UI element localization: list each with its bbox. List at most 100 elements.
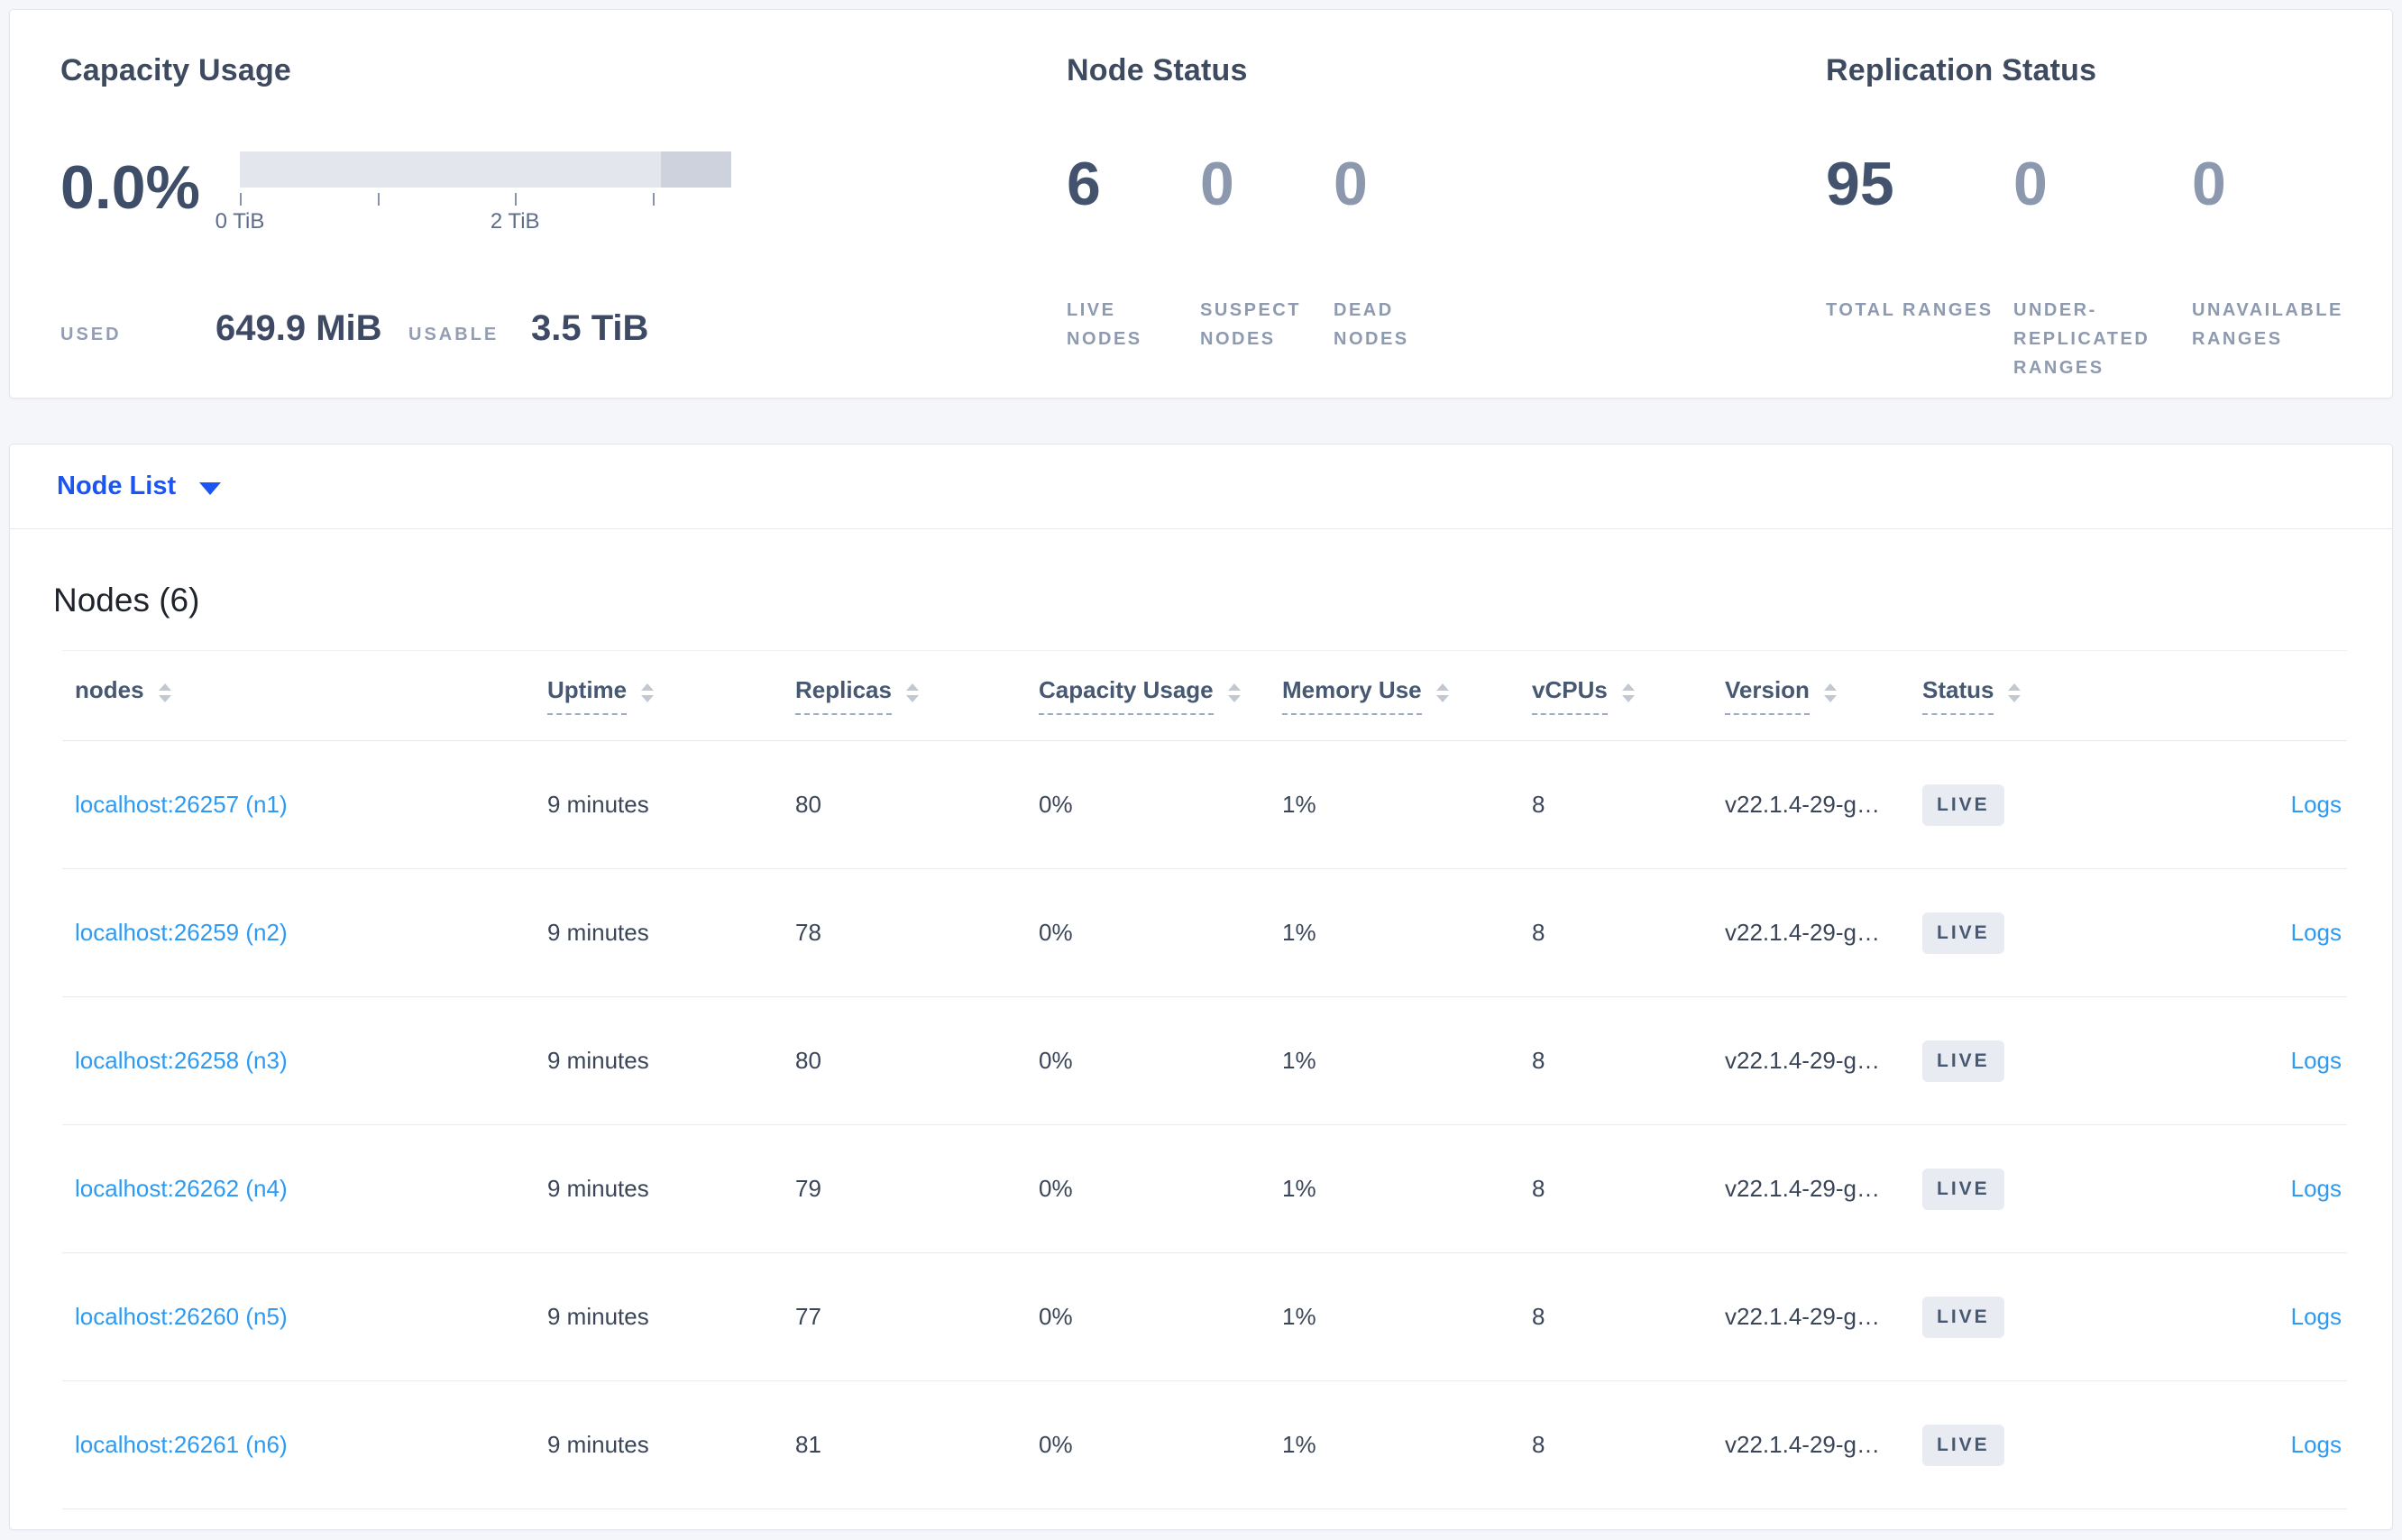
replication-status-section: Replication Status 95 TOTAL RANGES 0 UND… [1826,53,2385,382]
nodes-table-panel: Nodes (6) nodes Uptime Replicas Capacity… [9,529,2393,1530]
uptime-cell: 9 minutes [547,1047,649,1074]
uptime-cell: 9 minutes [547,1303,649,1330]
logs-link[interactable]: Logs [2291,919,2342,946]
table-row-node-2: localhost:26259 (n2) 9 minutes 78 0% 1% … [62,869,2347,997]
node-address-link[interactable]: localhost:26257 (n1) [75,791,288,818]
logs-link[interactable]: Logs [2291,1175,2342,1202]
suspect-nodes-stat: 0 SUSPECT NODES [1200,153,1334,353]
version-cell: v22.1.4-29-g… [1725,1047,1880,1074]
axis-tick-label: 0 TiB [215,209,265,234]
used-label: USED [60,325,122,344]
replicas-cell: 79 [795,1175,821,1202]
node-address-link[interactable]: localhost:26259 (n2) [75,919,288,946]
uptime-cell: 9 minutes [547,1431,649,1458]
sort-arrows-icon[interactable] [2008,683,2022,702]
capacity-usage-cell: 0% [1039,791,1073,818]
table-row-node-4: localhost:26262 (n4) 9 minutes 79 0% 1% … [62,1125,2347,1253]
table-row-node-6: localhost:26261 (n6) 9 minutes 81 0% 1% … [62,1381,2347,1509]
logs-link[interactable]: Logs [2291,1047,2342,1074]
sort-arrows-icon[interactable] [641,683,655,702]
logs-link[interactable]: Logs [2291,791,2342,818]
nodes-table: nodes Uptime Replicas Capacity Usage Mem… [62,650,2347,1509]
sort-arrows-icon[interactable] [1621,683,1635,702]
node-list-dropdown[interactable]: Node List [57,472,222,501]
uptime-cell: 9 minutes [547,791,649,818]
column-header-capacity-usage[interactable]: Capacity Usage [1039,676,1282,715]
sort-arrows-icon[interactable] [1227,683,1241,702]
status-badge: LIVE [1922,1424,2004,1466]
node-address-link[interactable]: localhost:26260 (n5) [75,1303,288,1330]
logs-link[interactable]: Logs [2291,1431,2342,1458]
memory-use-cell: 1% [1282,1047,1316,1074]
capacity-usage-section: Capacity Usage 0.0% 0 TiB 2 TiB USED 649… [60,53,731,349]
dead-nodes-label: DEAD NODES [1334,300,1409,349]
dead-nodes-stat: 0 DEAD NODES [1334,153,1467,353]
table-row-node-5: localhost:26260 (n5) 9 minutes 77 0% 1% … [62,1253,2347,1381]
axis-tick-label: 2 TiB [490,209,540,234]
capacity-bar-reserved-segment [661,151,731,188]
suspect-nodes-count: 0 [1200,150,1234,218]
logs-link[interactable]: Logs [2291,1303,2342,1330]
view-selector-bar: Node List [9,444,2393,529]
usable-value: 3.5 TiB [531,308,649,348]
sort-arrows-icon[interactable] [905,683,919,702]
node-address-link[interactable]: localhost:26258 (n3) [75,1047,288,1074]
memory-use-cell: 1% [1282,1175,1316,1202]
replicas-cell: 80 [795,1047,821,1074]
under-replicated-ranges-count: 0 [2013,150,2048,218]
capacity-usage-cell: 0% [1039,1047,1073,1074]
table-row-node-3: localhost:26258 (n3) 9 minutes 80 0% 1% … [62,997,2347,1125]
usable-label: USABLE [408,325,500,344]
under-replicated-ranges-stat: 0 UNDER-REPLICATED RANGES [2013,153,2192,382]
live-nodes-label: LIVE NODES [1067,300,1142,349]
column-header-memory-use[interactable]: Memory Use [1282,676,1532,715]
nodes-table-header-row: nodes Uptime Replicas Capacity Usage Mem… [62,650,2347,741]
caret-down-icon [199,481,222,495]
sort-arrows-icon[interactable] [1435,683,1449,702]
dead-nodes-count: 0 [1334,150,1368,218]
axis-tick [240,193,242,206]
capacity-axis-ticks [240,191,731,207]
memory-use-cell: 1% [1282,919,1316,946]
capacity-bar-usable-segment [240,151,662,188]
status-badge: LIVE [1922,1040,2004,1082]
live-nodes-count: 6 [1067,150,1101,218]
memory-use-cell: 1% [1282,1431,1316,1458]
capacity-bar [240,151,731,188]
memory-use-cell: 1% [1282,1303,1316,1330]
version-cell: v22.1.4-29-g… [1725,791,1880,818]
column-header-nodes[interactable]: nodes [62,676,547,715]
vcpus-cell: 8 [1532,1175,1545,1202]
sort-arrows-icon[interactable] [158,683,171,702]
sort-arrows-icon[interactable] [1823,683,1837,702]
replication-status-title: Replication Status [1826,53,2097,87]
used-value: 649.9 MiB [215,308,382,348]
uptime-cell: 9 minutes [547,1175,649,1202]
status-badge: LIVE [1922,1296,2004,1338]
total-ranges-label: TOTAL RANGES [1826,300,1994,320]
column-header-status[interactable]: Status [1922,676,2183,715]
version-cell: v22.1.4-29-g… [1725,1303,1880,1330]
replicas-cell: 80 [795,791,821,818]
capacity-usage-bar-chart: 0 TiB 2 TiB [215,151,731,238]
capacity-usage-cell: 0% [1039,1431,1073,1458]
replicas-cell: 77 [795,1303,821,1330]
memory-use-cell: 1% [1282,791,1316,818]
column-header-uptime[interactable]: Uptime [547,676,795,715]
column-header-replicas[interactable]: Replicas [795,676,1039,715]
capacity-used-percent: 0.0% [60,153,200,222]
suspect-nodes-label: SUSPECT NODES [1200,300,1301,349]
capacity-usage-cell: 0% [1039,1175,1073,1202]
replicas-cell: 81 [795,1431,821,1458]
capacity-usage-cell: 0% [1039,919,1073,946]
unavailable-ranges-stat: 0 UNAVAILABLE RANGES [2192,153,2385,382]
vcpus-cell: 8 [1532,1047,1545,1074]
total-ranges-stat: 95 TOTAL RANGES [1826,153,2013,382]
unavailable-ranges-label: UNAVAILABLE RANGES [2192,300,2343,349]
capacity-usage-cell: 0% [1039,1303,1073,1330]
version-cell: v22.1.4-29-g… [1725,1175,1880,1202]
node-address-link[interactable]: localhost:26262 (n4) [75,1175,288,1202]
column-header-version[interactable]: Version [1725,676,1922,715]
node-address-link[interactable]: localhost:26261 (n6) [75,1431,288,1458]
column-header-vcpus[interactable]: vCPUs [1532,676,1725,715]
